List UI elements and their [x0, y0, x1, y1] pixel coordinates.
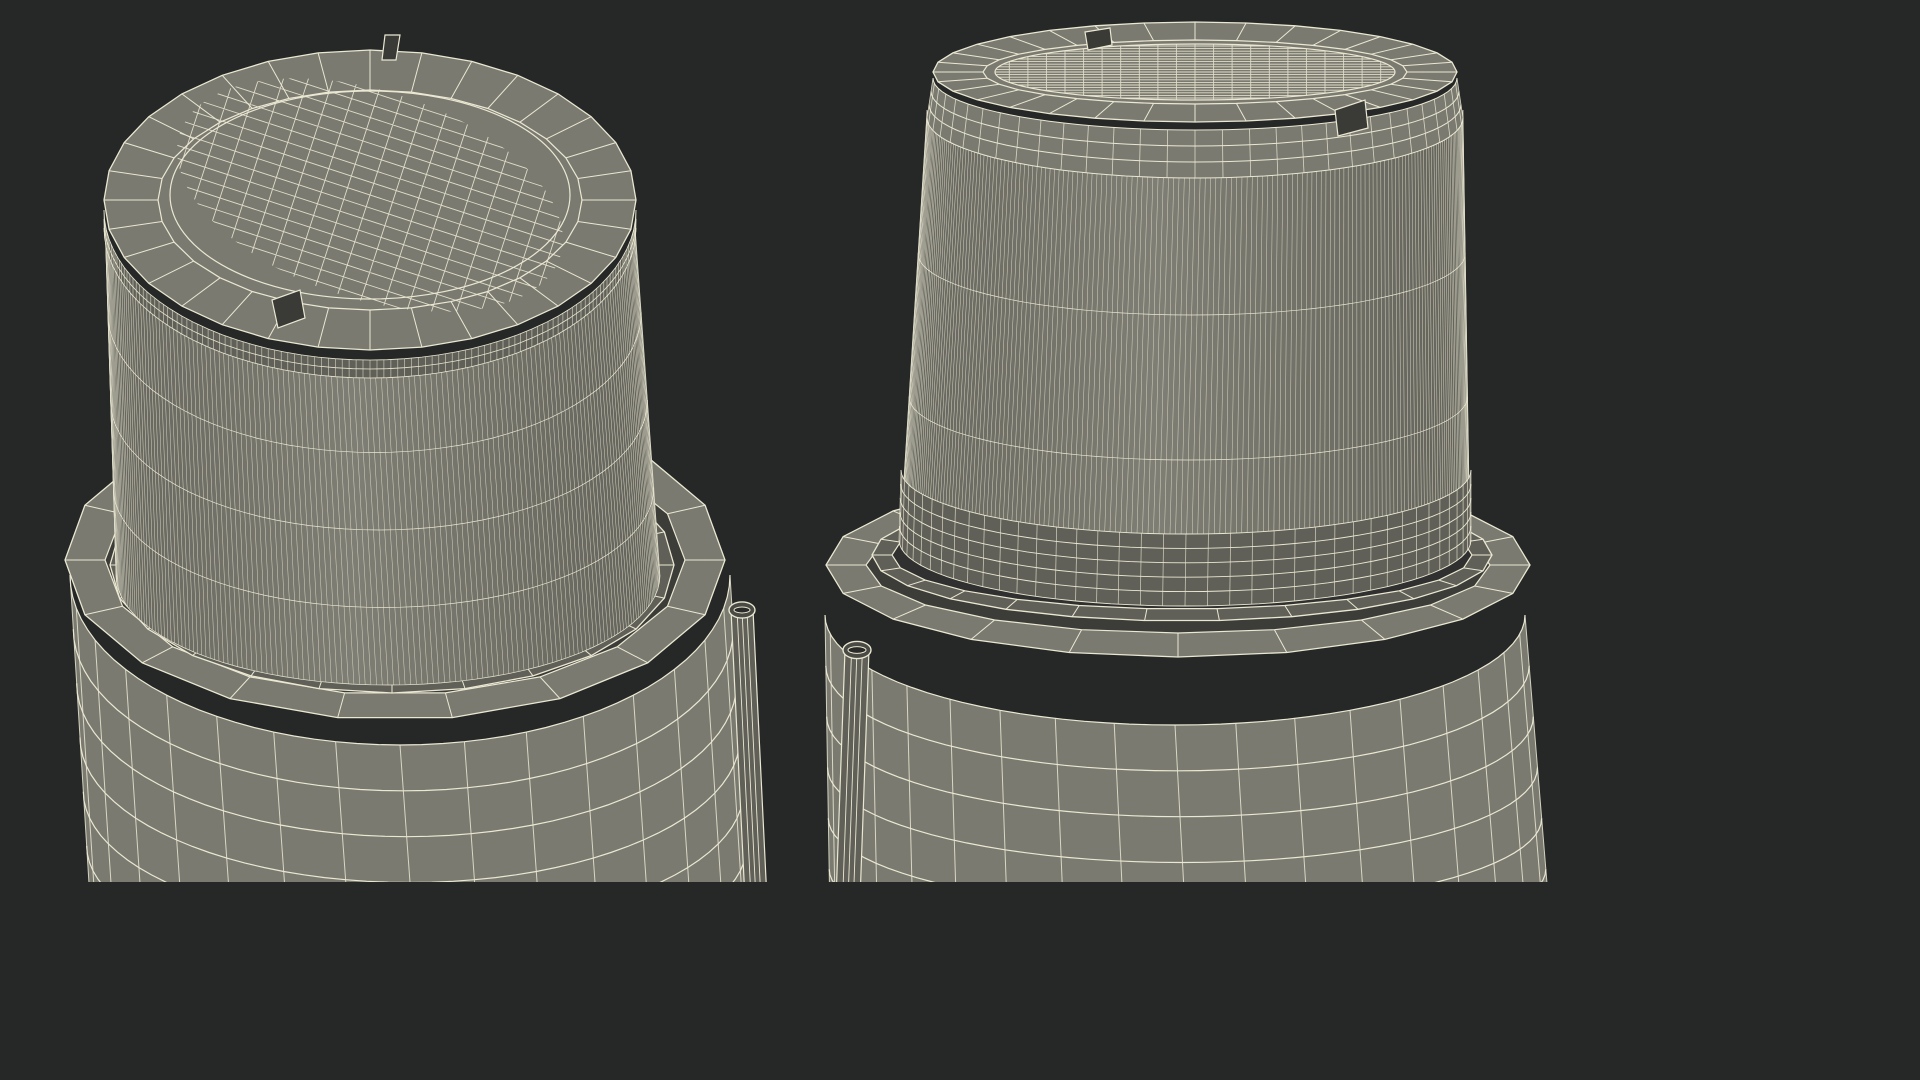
- right-tube-bore: [847, 646, 867, 654]
- right-cap: [898, 21, 1472, 607]
- wireframe-scene: [0, 0, 1568, 882]
- render-viewport: [0, 0, 1568, 882]
- wireframe-container-right: [824, 21, 1548, 882]
- left-tube-bore: [733, 606, 751, 614]
